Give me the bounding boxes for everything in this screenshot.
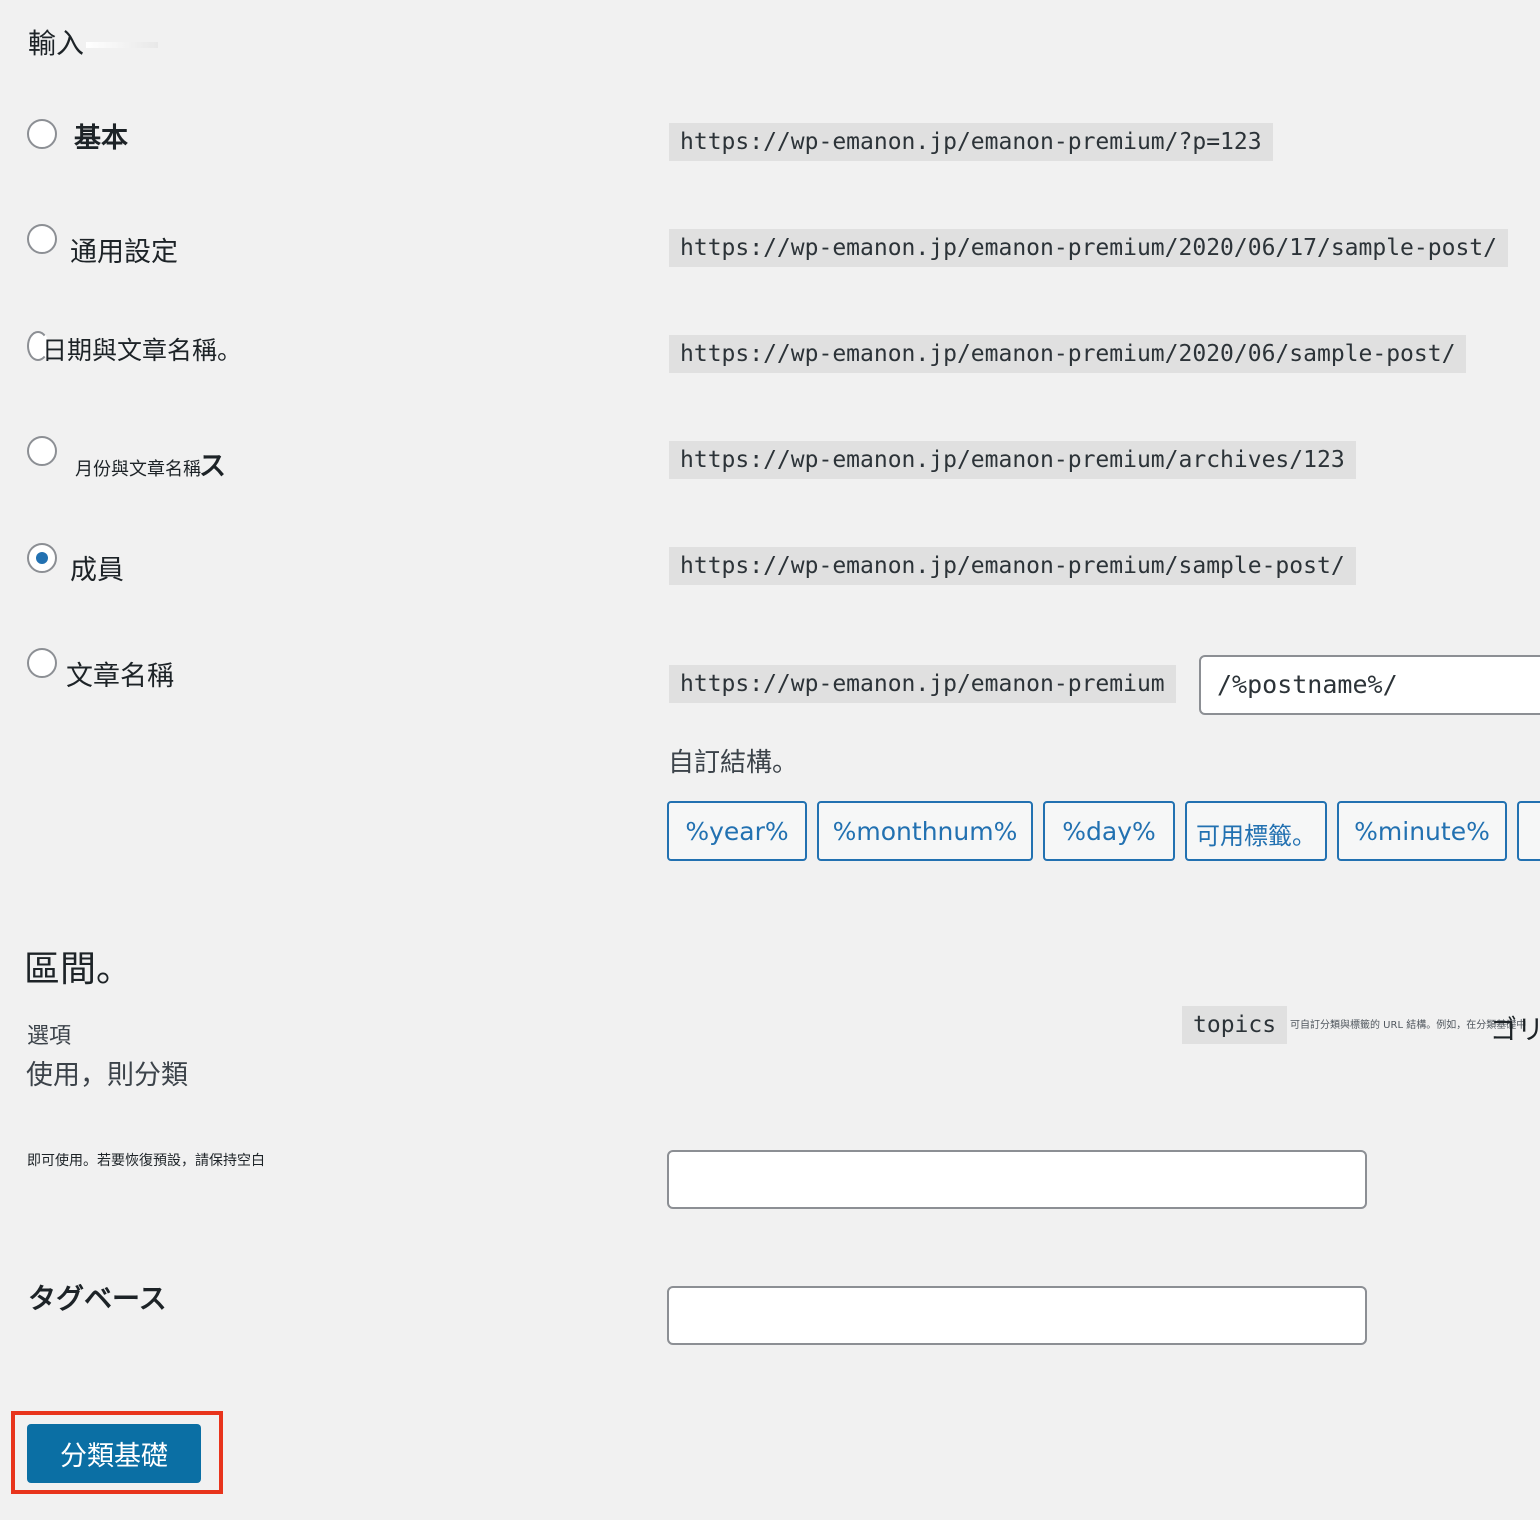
radio-custom[interactable] — [27, 648, 57, 678]
url-example-day-name: https://wp-emanon.jp/emanon-premium/2020… — [669, 229, 1508, 267]
section-title: 區間。 — [24, 949, 133, 990]
radio-label-plain: 基本 — [74, 123, 128, 154]
radio-label-post-name: 成員 — [70, 555, 124, 586]
category-note-tail: ゴリー — [1490, 1015, 1540, 1046]
tag-day-button[interactable]: %day% — [1043, 801, 1175, 861]
tag-next-button-partial[interactable] — [1517, 801, 1540, 861]
radio-post-name[interactable] — [27, 543, 57, 573]
category-base-input[interactable] — [667, 1150, 1367, 1209]
url-example-plain: https://wp-emanon.jp/emanon-premium/?p=1… — [669, 123, 1273, 161]
radio-label-numeric: 月份與文章名稱ス — [75, 444, 226, 483]
url-base-custom: https://wp-emanon.jp/emanon-premium — [669, 665, 1176, 703]
page-heading-text: 輸入 — [28, 27, 85, 60]
url-example-month-name: https://wp-emanon.jp/emanon-premium/2020… — [669, 335, 1467, 373]
tag-monthnum-button[interactable]: %monthnum% — [817, 801, 1033, 861]
radio-label-numeric-tail: ス — [199, 451, 226, 482]
save-changes-button[interactable]: 分類基礎 — [27, 1424, 201, 1483]
url-example-numeric: https://wp-emanon.jp/emanon-premium/arch… — [669, 441, 1356, 479]
radio-plain[interactable] — [27, 119, 57, 149]
tag-year-button[interactable]: %year% — [667, 801, 807, 861]
category-example-code: topics — [1182, 1006, 1288, 1044]
custom-structure-input[interactable]: /%postname%/ — [1199, 655, 1540, 715]
tag-minute-button[interactable]: %minute% — [1337, 801, 1507, 861]
url-example-post-name: https://wp-emanon.jp/emanon-premium/samp… — [669, 547, 1356, 585]
radio-label-numeric-text: 月份與文章名稱 — [75, 459, 201, 480]
heading-redaction — [86, 42, 159, 48]
category-base-description: 即可使用。若要恢復預設，請保持空白 — [27, 1153, 265, 1169]
tag-base-input[interactable] — [667, 1286, 1367, 1345]
radio-label-month-name: 日期與文章名稱。 — [42, 336, 243, 365]
radio-day-name[interactable] — [27, 224, 57, 254]
optional-description: 使用，則分類 — [26, 1060, 188, 1091]
radio-label-day-name: 通用設定 — [70, 237, 178, 268]
radio-label-custom: 文章名稱 — [66, 661, 174, 692]
category-label: 選項 — [27, 1024, 72, 1049]
tag-base-label: タグベース — [28, 1282, 167, 1315]
page-heading: 輸入 — [28, 22, 159, 62]
radio-numeric[interactable] — [27, 436, 57, 466]
custom-structure-help: 自訂結構。 — [668, 748, 799, 778]
tag-hour-button[interactable]: 可用標籤。 — [1185, 801, 1327, 861]
